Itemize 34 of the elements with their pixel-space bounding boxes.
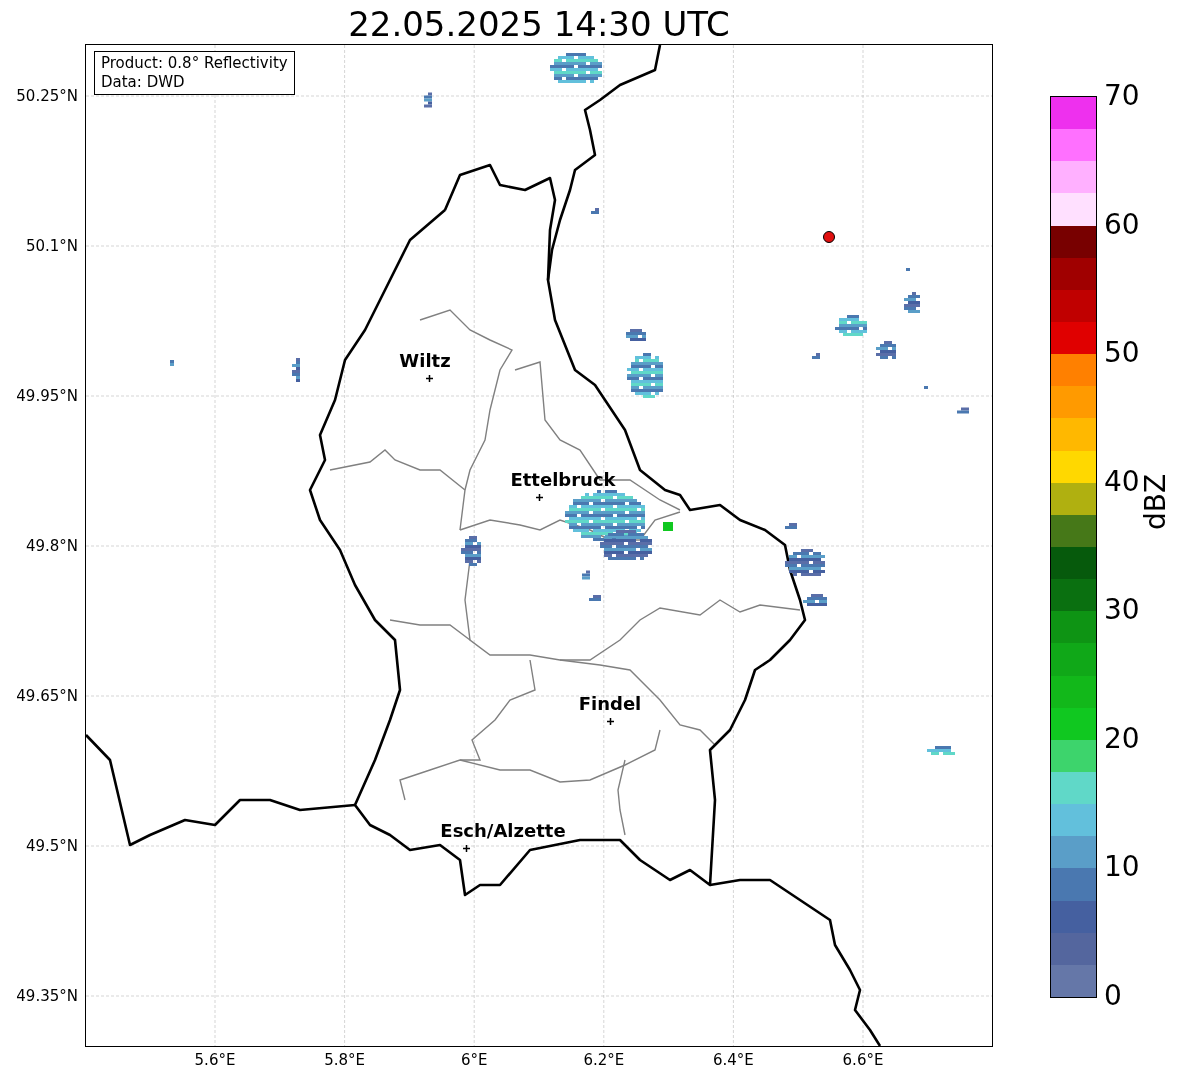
plus-marker-icon <box>462 844 470 852</box>
axis-tick-label: 5.6°E <box>193 1050 237 1070</box>
axis-tick-label: 6°E <box>459 1050 489 1070</box>
axis-tick-label: 49.5°N <box>24 836 78 856</box>
city-label: Wiltz <box>398 350 452 372</box>
axis-tick-label: 5.8°E <box>323 1050 366 1070</box>
axis-tick-label: 49.8°N <box>24 536 78 556</box>
colorbar-tick-label: 50 <box>1104 337 1140 370</box>
info-text: Product: 0.8° Reflectivity <box>101 54 288 73</box>
axis-tick-label: 6.2°E <box>582 1050 626 1070</box>
colorbar-tick-label: 20 <box>1104 722 1140 755</box>
chart-title: 22.05.2025 14:30 UTC <box>347 4 731 44</box>
axis-tick-label: 50.25°N <box>15 86 78 106</box>
axis-tick-label: 6.4°E <box>711 1050 755 1070</box>
axis-tick-label: 49.35°N <box>15 986 78 1006</box>
colorbar-tick-label: 10 <box>1104 851 1140 884</box>
axis-tick-label: 50.1°N <box>24 236 78 256</box>
axis-tick-label: 49.95°N <box>15 386 78 406</box>
point-marker-icon <box>823 231 835 243</box>
colorbar-tick-label: 30 <box>1104 594 1140 627</box>
colorbar-tick-label: 0 <box>1104 980 1122 1012</box>
colorbar-tick-label: 60 <box>1104 208 1140 241</box>
colorbar-tick-label: 40 <box>1104 465 1140 498</box>
colorbar-label: dBZ <box>1140 473 1172 530</box>
axis-tick-label: 6.6°E <box>841 1050 885 1070</box>
plus-marker-icon <box>606 717 614 725</box>
info-text: Data: DWD <box>101 73 186 92</box>
plus-marker-icon <box>535 493 543 501</box>
city-label: Findel <box>577 693 643 715</box>
colorbar-tick-label: 70 <box>1104 80 1140 112</box>
axis-tick-label: 49.65°N <box>15 686 78 706</box>
city-label: Ettelbruck <box>509 469 617 491</box>
city-label: Esch/Alzette <box>439 820 567 842</box>
plus-marker-icon <box>425 374 433 382</box>
